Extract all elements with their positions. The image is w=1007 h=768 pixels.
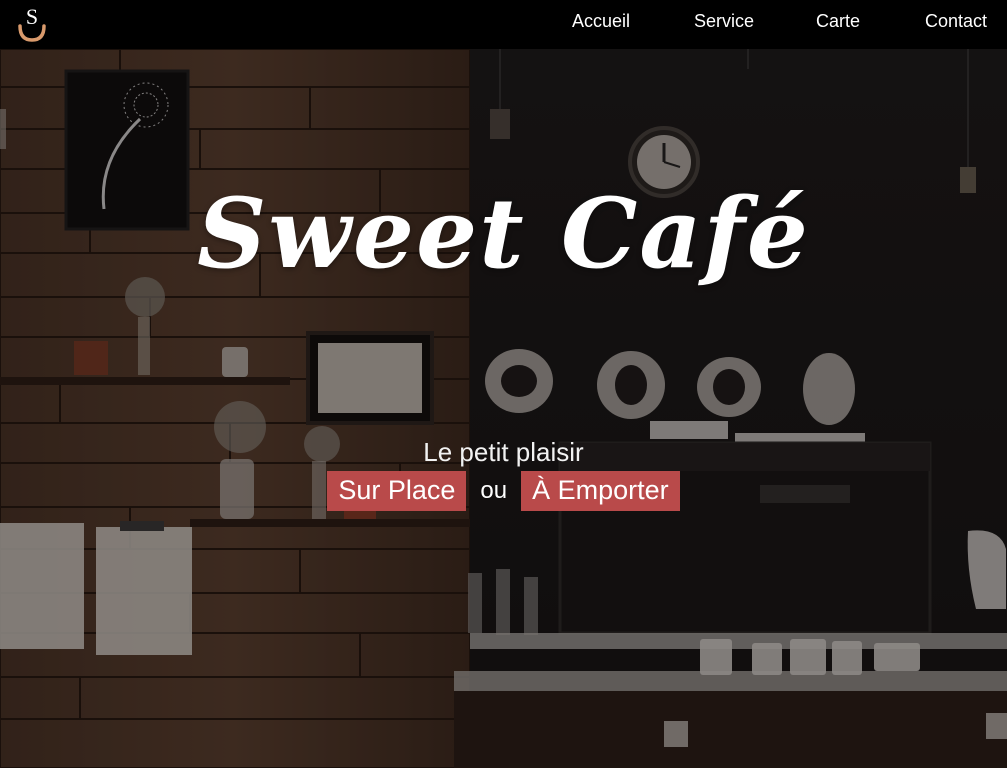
logo-letter: S	[26, 4, 38, 29]
dine-in-button[interactable]: Sur Place	[327, 471, 467, 511]
hero-title: Sweet Café	[197, 177, 810, 291]
cta-separator: ou	[480, 477, 508, 504]
nav-item-accueil[interactable]: Accueil	[572, 11, 630, 32]
top-nav-bar: S Accueil Service Carte Contact	[0, 0, 1007, 49]
hero-section	[0, 49, 1007, 768]
cta-row: Sur Place ou À Emporter	[0, 471, 1007, 511]
nav-item-service[interactable]: Service	[694, 11, 754, 32]
nav-item-carte[interactable]: Carte	[816, 11, 860, 32]
hero-dark-overlay	[0, 49, 1007, 768]
nav-item-contact[interactable]: Contact	[925, 11, 987, 32]
cup-logo-icon[interactable]: S	[14, 4, 50, 44]
takeaway-button[interactable]: À Emporter	[521, 471, 680, 511]
hero-subtitle: Le petit plaisir	[423, 437, 584, 467]
